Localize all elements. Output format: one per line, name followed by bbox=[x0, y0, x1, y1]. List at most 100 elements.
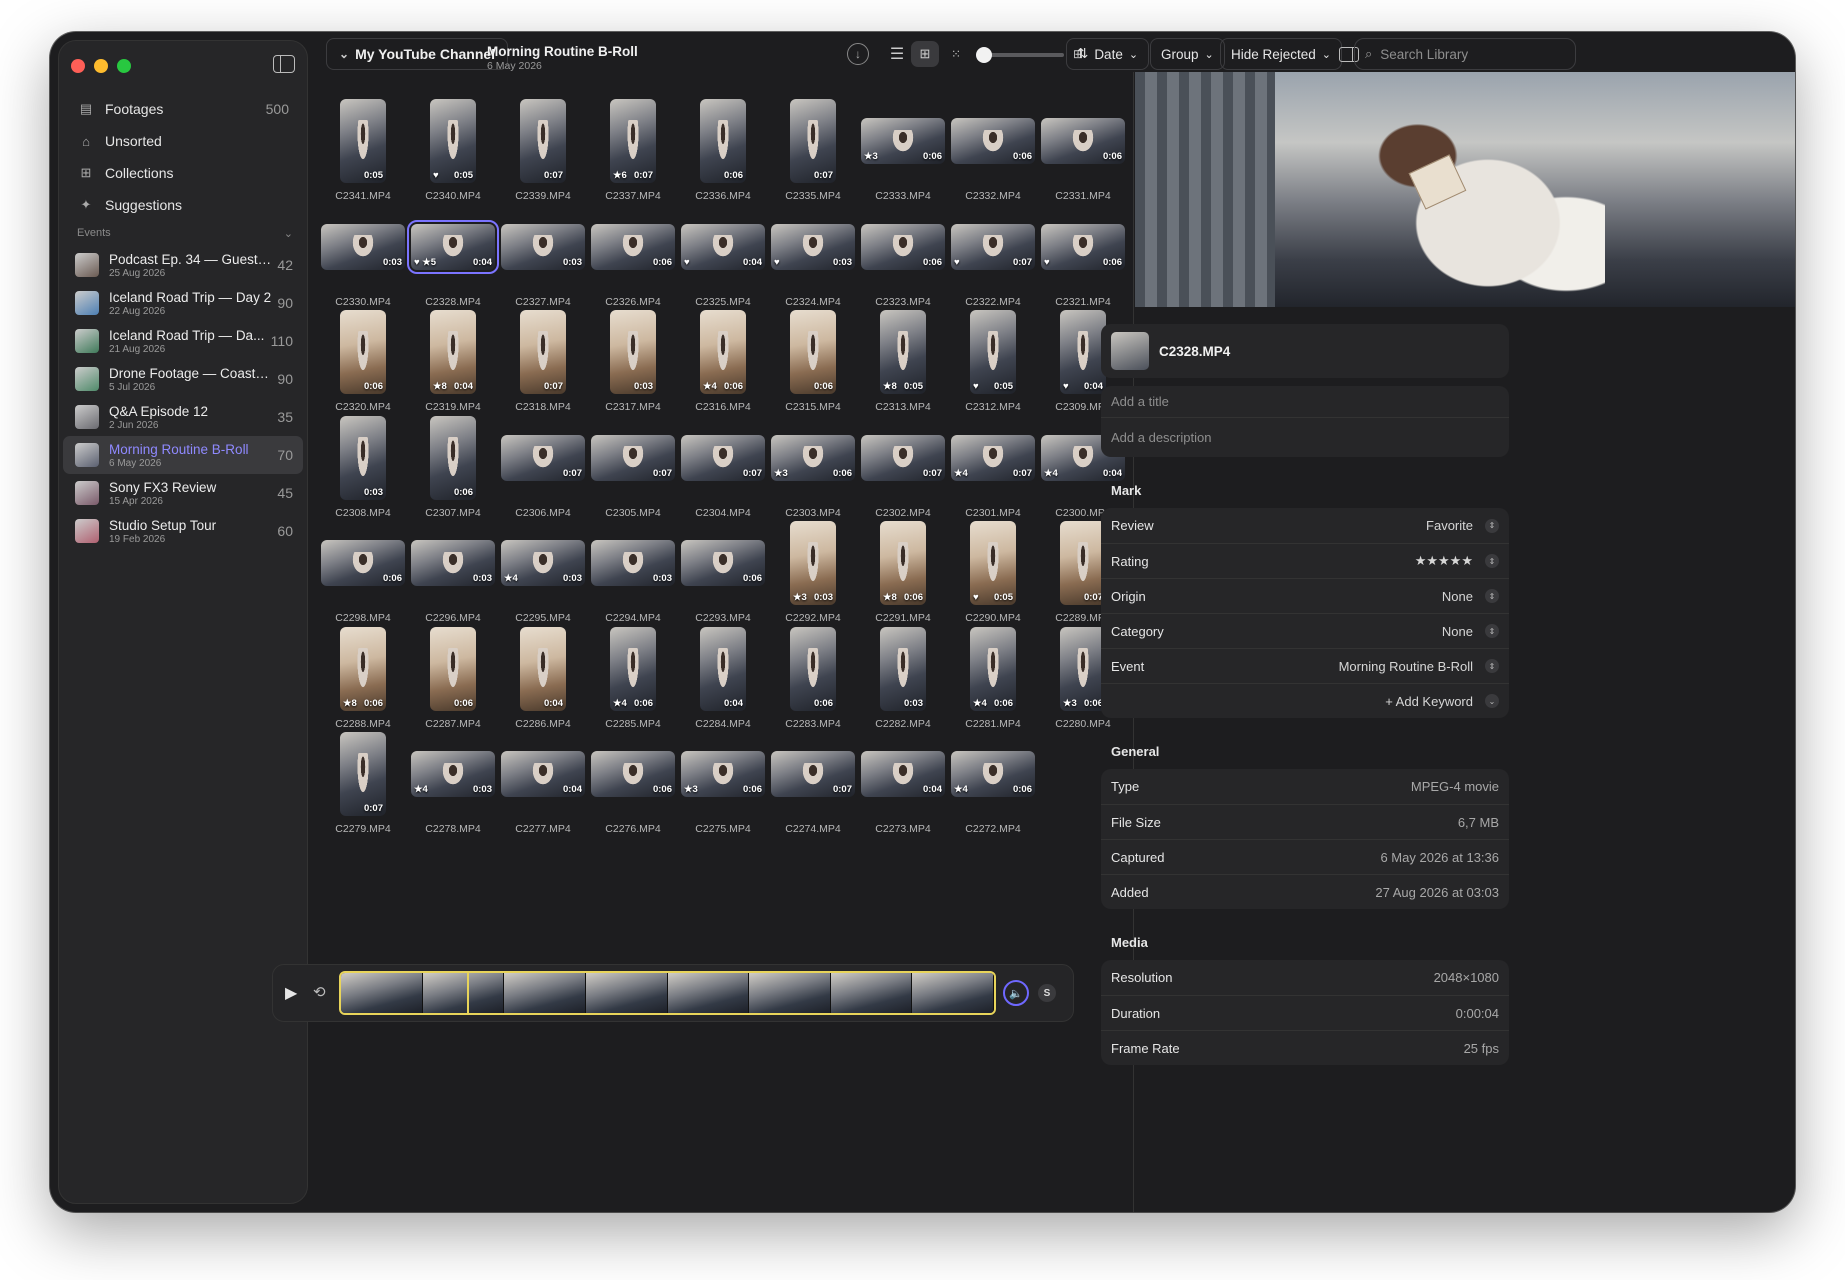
clip-thumbnail[interactable]: 0:07 bbox=[340, 732, 386, 816]
clip-item[interactable]: ★8 0:05 C2313.MP4 bbox=[858, 303, 948, 423]
clip-item[interactable]: ★3 0:06 C2303.MP4 bbox=[768, 409, 858, 529]
clip-thumbnail[interactable]: 0:06 bbox=[951, 118, 1035, 164]
clip-item[interactable]: 0:03 C2330.MP4 bbox=[318, 198, 408, 318]
thumbnail-size-slider[interactable] bbox=[976, 47, 1064, 63]
clip-item[interactable]: 0:04 C2284.MP4 bbox=[678, 620, 768, 740]
clip-item[interactable]: ★8 0:06 C2291.MP4 bbox=[858, 514, 948, 634]
stepper-icon[interactable]: ⇕ bbox=[1485, 624, 1499, 638]
clip-item[interactable]: ♥ 0:07 C2322.MP4 bbox=[948, 198, 1038, 318]
clip-thumbnail[interactable]: ★4 0:06 bbox=[700, 310, 746, 394]
clip-thumbnail[interactable]: ♥ 0:04 bbox=[1060, 310, 1106, 394]
filmstrip-scrubber[interactable] bbox=[339, 971, 996, 1015]
clip-item[interactable]: 0:04 C2286.MP4 bbox=[498, 620, 588, 740]
clip-thumbnail[interactable]: 0:07 bbox=[1060, 521, 1106, 605]
clip-thumbnail[interactable]: 0:04 bbox=[501, 751, 585, 797]
clip-thumbnail[interactable]: 0:03 bbox=[501, 223, 585, 270]
sidebar-item-unsorted[interactable]: ⌂ Unsorted bbox=[67, 125, 299, 157]
clip-item[interactable]: ★3 0:03 C2292.MP4 bbox=[768, 514, 858, 634]
clip-thumbnail[interactable]: 0:06 bbox=[591, 223, 675, 270]
clip-thumbnail[interactable]: 0:06 bbox=[681, 540, 765, 586]
clip-thumbnail[interactable]: 0:07 bbox=[790, 99, 836, 183]
clip-thumbnail[interactable]: 0:07 bbox=[861, 434, 945, 481]
clip-thumbnail[interactable]: ★8 0:06 bbox=[340, 626, 386, 711]
events-header[interactable]: Events ⌄ bbox=[77, 227, 293, 240]
minimize-button[interactable] bbox=[94, 59, 108, 73]
clip-item[interactable]: ♥ 0:05 C2290.MP4 bbox=[948, 514, 1038, 634]
clip-item[interactable]: 0:06 C2293.MP4 bbox=[678, 514, 768, 634]
clip-item[interactable]: 0:07 C2306.MP4 bbox=[498, 409, 588, 529]
clip-item[interactable]: 0:06 C2298.MP4 bbox=[318, 514, 408, 634]
clip-thumbnail[interactable]: 0:06 bbox=[321, 540, 405, 586]
sidebar-item-collections[interactable]: ⊞ Collections bbox=[67, 157, 299, 189]
zoom-button[interactable] bbox=[117, 59, 131, 73]
row-event[interactable]: Event Morning Routine B-Roll ⇕ bbox=[1101, 648, 1509, 683]
title-field[interactable]: Add a title bbox=[1101, 386, 1509, 417]
clip-thumbnail[interactable]: ♥ 0:03 bbox=[771, 223, 855, 270]
event-item[interactable]: Drone Footage — Coastli... 5 Jul 2026 90 bbox=[63, 360, 303, 398]
sort-button[interactable]: ⇅ Date ⌄ bbox=[1066, 38, 1150, 70]
slider-knob[interactable] bbox=[976, 47, 992, 63]
clip-item[interactable]: 0:06 C2331.MP4 bbox=[1038, 92, 1128, 212]
s-badge[interactable]: S bbox=[1038, 984, 1056, 1002]
event-item[interactable]: Studio Setup Tour 19 Feb 2026 60 bbox=[63, 512, 303, 550]
clip-item[interactable]: 0:07 C2304.MP4 bbox=[678, 409, 768, 529]
row-rating[interactable]: Rating ★★★★★ ⇕ bbox=[1101, 543, 1509, 578]
clip-thumbnail[interactable]: 0:06 bbox=[700, 99, 746, 183]
clip-thumbnail[interactable]: ★3 0:06 bbox=[1060, 626, 1106, 711]
clip-item[interactable]: ★4 0:06 C2272.MP4 bbox=[948, 725, 1038, 845]
clip-item[interactable]: 0:07 C2339.MP4 bbox=[498, 92, 588, 212]
clip-thumbnail[interactable]: 0:03 bbox=[610, 310, 656, 394]
clip-item[interactable]: 0:07 C2279.MP4 bbox=[318, 725, 408, 845]
clip-item[interactable]: 0:06 C2320.MP4 bbox=[318, 303, 408, 423]
event-item[interactable]: Sony FX3 Review 15 Apr 2026 45 bbox=[63, 474, 303, 512]
row-category[interactable]: Category None ⇕ bbox=[1101, 613, 1509, 648]
clip-thumbnail[interactable]: 0:06 bbox=[861, 223, 945, 270]
clip-item[interactable]: ♥ ★5 0:04 C2328.MP4 bbox=[407, 198, 499, 318]
clip-item[interactable]: ♥ 0:06 C2321.MP4 bbox=[1038, 198, 1128, 318]
clip-thumbnail[interactable]: ♥ 0:04 bbox=[681, 223, 765, 270]
group-button[interactable]: Group ⌄ bbox=[1150, 38, 1225, 70]
clip-item[interactable]: ♥ 0:05 C2340.MP4 bbox=[408, 92, 498, 212]
clip-thumbnail[interactable]: 0:03 bbox=[411, 540, 495, 586]
clip-item[interactable]: ♥ 0:04 C2325.MP4 bbox=[678, 198, 768, 318]
clip-item[interactable]: 0:06 C2332.MP4 bbox=[948, 92, 1038, 212]
clip-item[interactable]: 0:03 C2308.MP4 bbox=[318, 409, 408, 529]
clip-thumbnail[interactable]: 0:03 bbox=[880, 626, 926, 711]
clip-item[interactable]: 0:04 C2277.MP4 bbox=[498, 725, 588, 845]
playhead[interactable] bbox=[467, 973, 469, 1013]
clip-item[interactable]: 0:07 C2335.MP4 bbox=[768, 92, 858, 212]
clip-item[interactable]: ★4 0:07 C2301.MP4 bbox=[948, 409, 1038, 529]
clip-thumbnail[interactable]: ★4 0:03 bbox=[411, 751, 495, 797]
clip-item[interactable]: 0:06 C2315.MP4 bbox=[768, 303, 858, 423]
clip-thumbnail[interactable]: ★4 0:06 bbox=[610, 626, 656, 711]
stepper-icon[interactable]: ⇕ bbox=[1485, 659, 1499, 673]
row-review[interactable]: Review Favorite ⇕ bbox=[1101, 508, 1509, 543]
clip-thumbnail[interactable]: ★4 0:06 bbox=[951, 751, 1035, 797]
row-origin[interactable]: Origin None ⇕ bbox=[1101, 578, 1509, 613]
clip-item[interactable]: 0:03 C2282.MP4 bbox=[858, 620, 948, 740]
search-field[interactable]: ⌕ Search Library bbox=[1354, 38, 1576, 70]
sidebar-item-footages[interactable]: ▤ Footages 500 bbox=[67, 93, 299, 125]
clip-thumbnail[interactable]: ★8 0:05 bbox=[880, 310, 926, 394]
clip-thumbnail[interactable]: 0:06 bbox=[790, 310, 836, 394]
clip-item[interactable]: 0:05 C2341.MP4 bbox=[318, 92, 408, 212]
clip-thumbnail[interactable]: 0:06 bbox=[790, 626, 836, 711]
clip-item[interactable]: ★4 0:06 C2281.MP4 bbox=[948, 620, 1038, 740]
clip-thumbnail[interactable]: 0:06 bbox=[430, 626, 476, 711]
stepper-icon[interactable]: ⇕ bbox=[1485, 589, 1499, 603]
clip-thumbnail[interactable]: ★8 0:06 bbox=[880, 521, 926, 605]
clip-thumbnail[interactable]: ★3 0:06 bbox=[861, 118, 945, 164]
event-item[interactable]: Q&A Episode 12 2 Jun 2026 35 bbox=[63, 398, 303, 436]
clip-thumbnail[interactable]: 0:04 bbox=[520, 626, 566, 711]
clip-item[interactable]: 0:07 C2302.MP4 bbox=[858, 409, 948, 529]
clip-thumbnail[interactable]: 0:03 bbox=[321, 223, 405, 270]
clip-item[interactable]: ★4 0:06 C2316.MP4 bbox=[678, 303, 768, 423]
sidebar-toggle-icon[interactable] bbox=[273, 55, 295, 73]
clip-item[interactable]: ★4 0:03 C2295.MP4 bbox=[498, 514, 588, 634]
grid-view-button[interactable]: ⊞ bbox=[910, 38, 940, 70]
stepper-icon[interactable]: ⇕ bbox=[1485, 518, 1499, 533]
clip-thumbnail[interactable]: ★8 0:04 bbox=[430, 310, 476, 394]
clip-item[interactable]: 0:06 C2323.MP4 bbox=[858, 198, 948, 318]
clip-item[interactable]: 0:07 C2274.MP4 bbox=[768, 725, 858, 845]
clip-thumbnail[interactable]: ★4 0:06 bbox=[970, 626, 1016, 711]
